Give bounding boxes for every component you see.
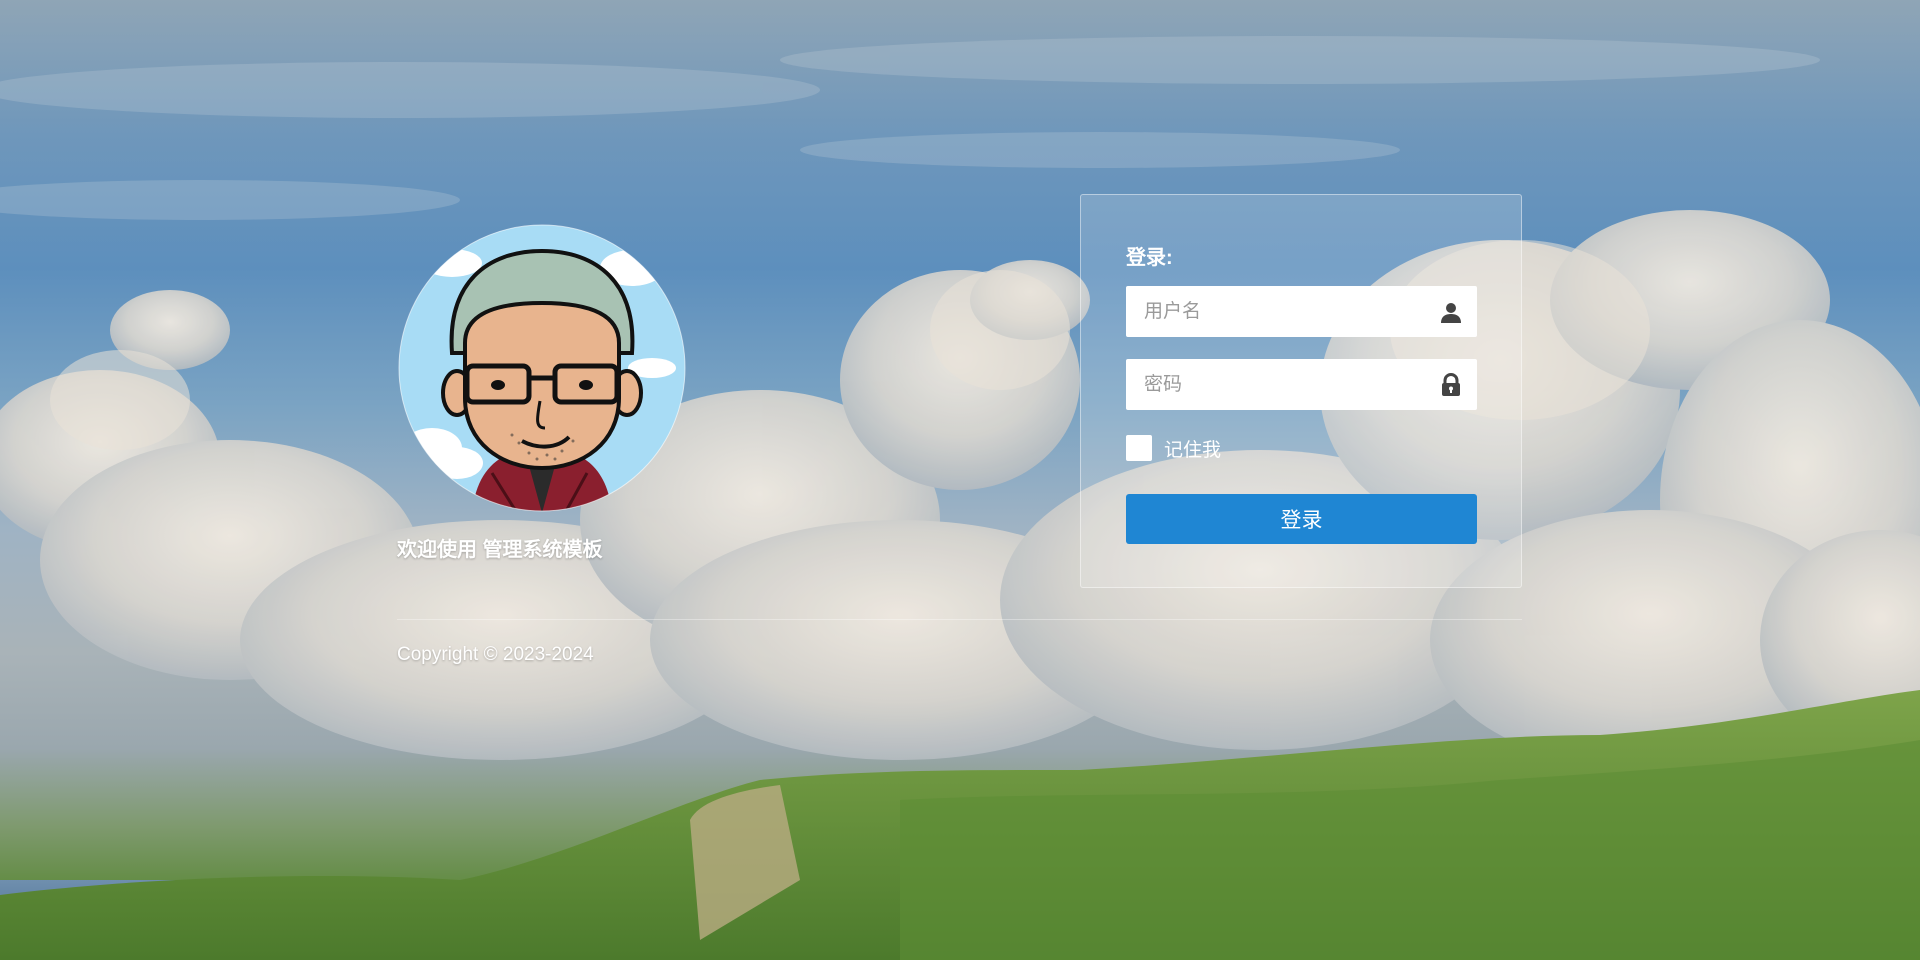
footer-divider xyxy=(397,619,1522,620)
password-field-wrapper xyxy=(1126,359,1477,410)
login-button[interactable]: 登录 xyxy=(1126,494,1477,544)
avatar xyxy=(398,224,686,512)
welcome-text: 欢迎使用 管理系统模板 xyxy=(397,533,603,562)
system-name: 管理系统模板 xyxy=(482,539,603,561)
lock-icon xyxy=(1442,373,1460,396)
password-input[interactable] xyxy=(1126,359,1434,410)
remember-label: 记住我 xyxy=(1164,439,1222,461)
remember-checkbox[interactable] xyxy=(1126,435,1152,461)
copyright-text: Copyright © 2023-2024 xyxy=(397,644,594,665)
welcome-prefix: 欢迎使用 xyxy=(397,539,477,561)
login-title: 登录: xyxy=(1126,247,1173,269)
background-landscape xyxy=(0,36,1920,960)
user-icon xyxy=(1441,303,1461,323)
username-input[interactable] xyxy=(1126,286,1434,337)
username-field-wrapper xyxy=(1126,286,1477,337)
login-page: 欢迎使用 管理系统模板 登录: 记住我 登录 xyxy=(0,0,1920,960)
remember-me[interactable]: 记住我 xyxy=(1126,434,1221,462)
login-form: 登录: 记住我 登录 xyxy=(1080,194,1522,588)
